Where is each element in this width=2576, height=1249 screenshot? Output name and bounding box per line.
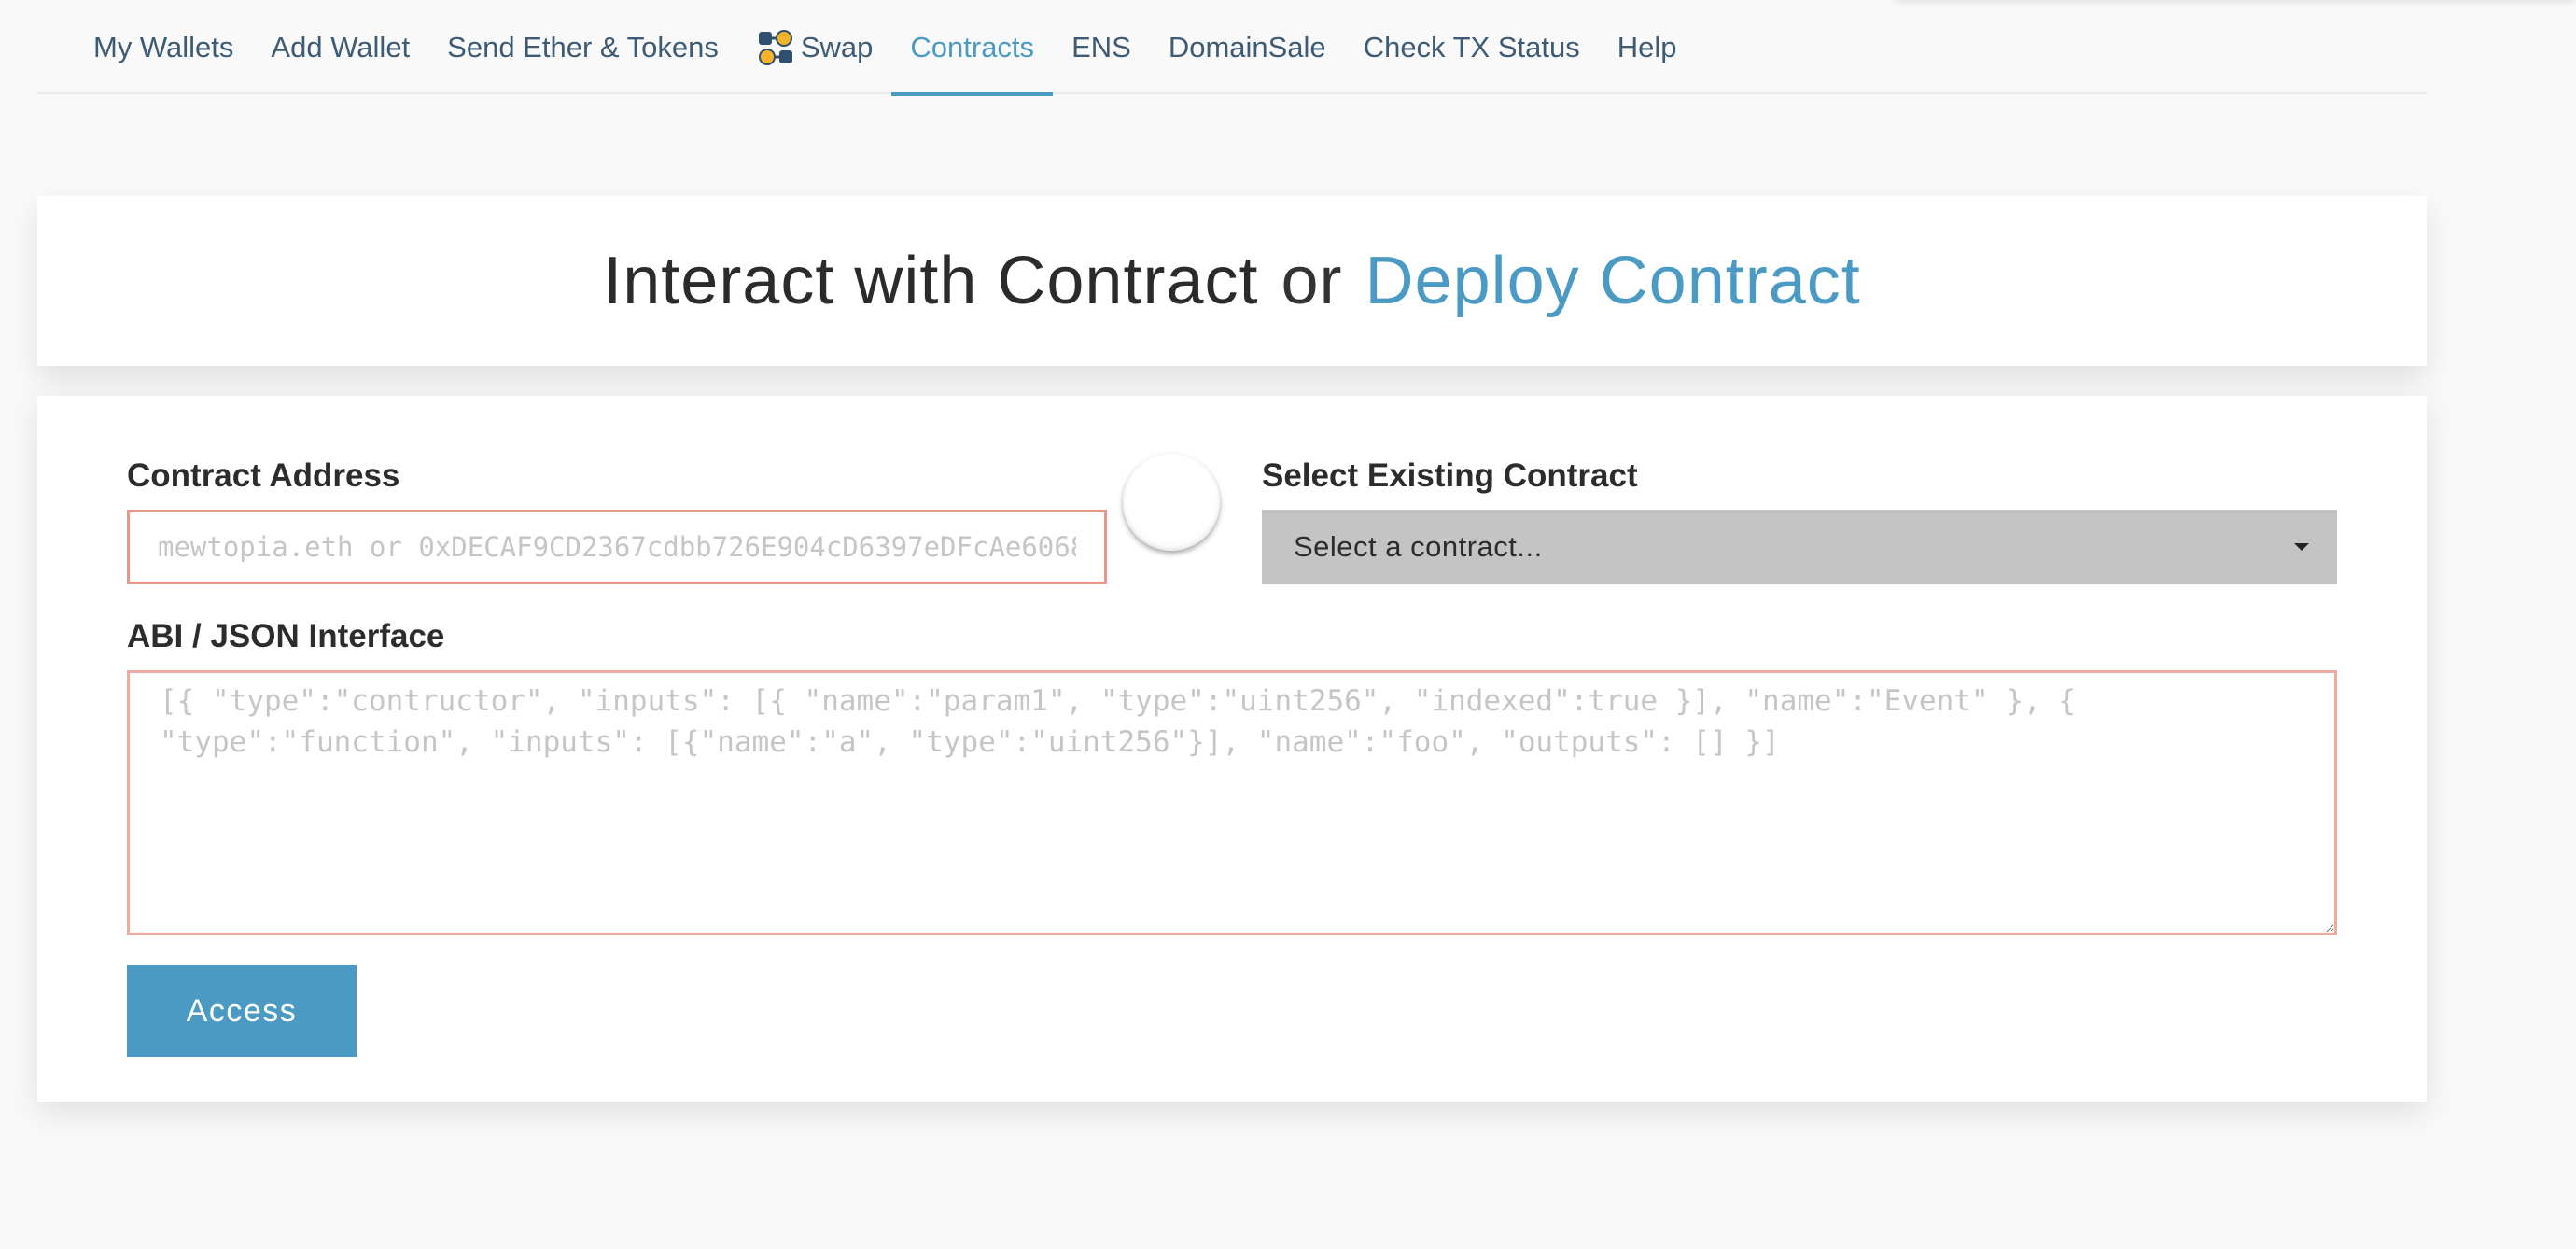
title-or-text: or (1281, 244, 1343, 318)
nav-item-label: Check TX Status (1363, 30, 1580, 63)
swap-icon (756, 28, 795, 67)
nav-item-add-wallet[interactable]: Add Wallet (252, 0, 428, 94)
deploy-contract-link[interactable]: Deploy Contract (1365, 243, 1861, 319)
address-identicon (1123, 454, 1220, 551)
access-button[interactable]: Access (127, 965, 357, 1057)
nav-item-domainsale[interactable]: DomainSale (1150, 0, 1345, 94)
nav-item-send-ether-tokens[interactable]: Send Ether & Tokens (428, 0, 737, 94)
contract-form-card: Contract Address Select Existing Contrac… (37, 396, 2427, 1102)
nav-item-ens[interactable]: ENS (1053, 0, 1150, 94)
abi-json-textarea[interactable] (127, 670, 2337, 935)
page-title: Interact with Contract (603, 244, 1259, 318)
nav-item-label: Add Wallet (271, 30, 411, 63)
nav-item-swap[interactable]: Swap (737, 0, 892, 94)
top-navigation-bar: My Wallets Add Wallet Send Ether & Token… (37, 0, 2427, 96)
select-existing-contract-label: Select Existing Contract (1262, 457, 1638, 494)
nav-item-label: Swap (800, 30, 874, 63)
caret-down-icon (2294, 543, 2309, 551)
nav-item-label: Send Ether & Tokens (447, 30, 719, 63)
nav-item-label: DomainSale (1168, 30, 1326, 63)
contract-address-input[interactable] (127, 510, 1107, 584)
nav-item-help[interactable]: Help (1599, 0, 1696, 94)
nav-item-my-wallets[interactable]: My Wallets (75, 0, 252, 94)
abi-json-label: ABI / JSON Interface (127, 618, 445, 654)
nav-item-label: Contracts (910, 30, 1035, 63)
page-title-card: Interact with Contract or Deploy Contrac… (37, 196, 2427, 366)
nav-item-contracts[interactable]: Contracts (891, 0, 1053, 96)
contract-address-label: Contract Address (127, 457, 400, 494)
nav-item-label: My Wallets (93, 30, 234, 63)
nav-item-label: Help (1617, 30, 1677, 63)
nav-item-check-tx-status[interactable]: Check TX Status (1345, 0, 1599, 94)
main-nav: My Wallets Add Wallet Send Ether & Token… (75, 0, 1696, 96)
nav-item-label: ENS (1071, 30, 1131, 63)
select-value: Select a contract... (1294, 530, 1543, 563)
existing-contract-select[interactable]: Select a contract... (1262, 510, 2337, 584)
